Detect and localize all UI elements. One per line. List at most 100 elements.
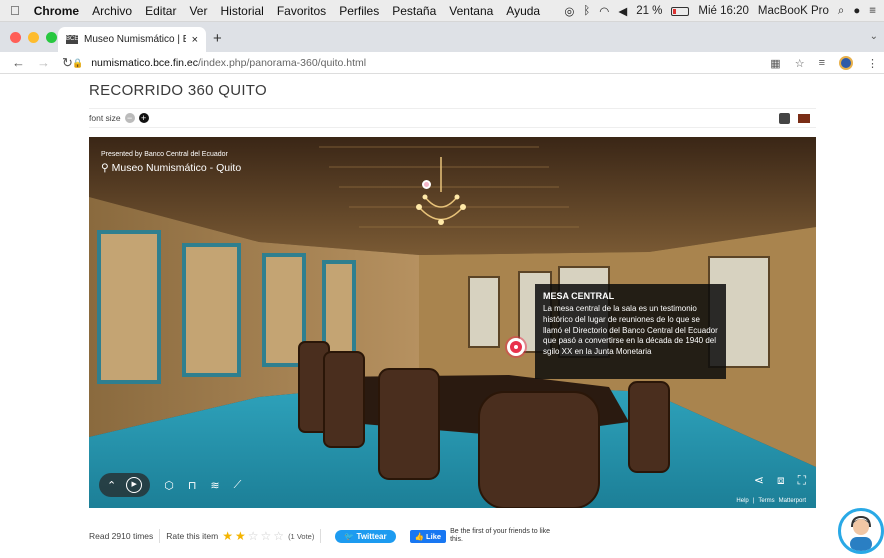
font-size-label: font size — [89, 113, 121, 123]
menu-app-chrome[interactable]: Chrome — [34, 4, 79, 18]
window-controls — [10, 32, 57, 43]
tab-title: Museo Numismático | BCE – Qu — [84, 34, 186, 45]
wifi-icon[interactable]: ◠ — [599, 4, 609, 18]
more-menu-icon[interactable]: ⋮ — [867, 57, 878, 70]
viewer-right-controls: ⋖ ⧈ ⛶ — [754, 473, 806, 488]
new-tab-button[interactable]: + — [213, 30, 222, 47]
museum-name: Museo Numismático - Quito — [111, 162, 242, 174]
spotlight-search-icon[interactable]: ⌕ — [838, 5, 844, 18]
thumbs-up-icon: 👍 — [414, 531, 424, 541]
minimize-window-button[interactable] — [28, 32, 39, 43]
back-arrow-icon[interactable]: ← — [12, 55, 25, 70]
divider — [320, 529, 322, 543]
forward-arrow-icon[interactable]: → — [37, 55, 50, 70]
url-path: /index.php/panorama-360/quito.html — [198, 57, 367, 69]
menu-archivo[interactable]: Archivo — [92, 4, 132, 18]
mesa-central-hotspot[interactable] — [507, 338, 525, 356]
device-name[interactable]: MacBooK Pro — [758, 5, 829, 17]
play-icon[interactable]: ▶ — [126, 477, 143, 493]
location-pin-icon: ⚲ — [101, 162, 109, 174]
battery-icon[interactable] — [671, 6, 690, 16]
article-footer: Read 2910 times Rate this item ★ ★ ☆ ☆ ☆… — [89, 526, 816, 546]
volume-icon[interactable]: ◀ — [618, 4, 627, 18]
zoom-window-button[interactable] — [46, 32, 57, 43]
tab-search-chevron-icon[interactable]: ⌄ — [870, 31, 878, 42]
measure-icon[interactable]: ⟋ — [234, 479, 242, 492]
star-2-icon[interactable]: ★ — [235, 530, 246, 542]
star-4-icon[interactable]: ☆ — [261, 530, 272, 542]
bluetooth-icon[interactable]: ᛒ — [583, 5, 590, 17]
menu-perfiles[interactable]: Perfiles — [339, 4, 379, 18]
share-icon[interactable]: ⋖ — [754, 473, 764, 488]
ceiling-hotspot[interactable] — [422, 180, 431, 189]
page-title: RECORRIDO 360 QUITO — [89, 82, 267, 99]
floorplan-view-icon[interactable]: ⊓ — [188, 479, 197, 492]
browser-tab-strip: BCE Museo Numismático | BCE – Qu × + ⌄ — [0, 22, 884, 52]
twitter-bird-icon: 🐦 — [344, 531, 355, 541]
menu-ver[interactable]: Ver — [189, 4, 207, 18]
fullscreen-icon[interactable]: ⛶ — [798, 473, 806, 488]
bce-favicon-icon: BCE — [66, 35, 79, 44]
rating-stars: ★ ★ ☆ ☆ ☆ — [222, 530, 284, 542]
playback-controls: ⌃ ▶ — [99, 473, 151, 497]
battery-percent[interactable]: 21 % — [636, 5, 662, 17]
reading-list-icon[interactable]: ≡ — [819, 57, 825, 69]
address-bar[interactable]: 🔒 numismatico.bce.fin.ec /index.php/pano… — [72, 52, 366, 74]
font-increase-button[interactable]: + — [138, 113, 149, 123]
menu-favoritos[interactable]: Favoritos — [277, 4, 326, 18]
dollhouse-view-icon[interactable]: ⬡ — [164, 479, 174, 492]
menu-pestana[interactable]: Pestaña — [392, 4, 436, 18]
menu-historial[interactable]: Historial — [220, 4, 263, 18]
bookmark-star-icon[interactable]: ☆ — [795, 57, 805, 70]
print-icon[interactable] — [779, 113, 790, 124]
museum-location-label: ⚲ Museo Numismático - Quito — [101, 162, 241, 174]
tweet-button[interactable]: 🐦 Twittear — [335, 529, 396, 543]
help-link[interactable]: Help — [736, 498, 748, 504]
lock-icon[interactable]: 🔒 — [72, 58, 83, 69]
support-agent-icon — [850, 515, 872, 551]
control-center-icon[interactable]: ≡ — [869, 5, 876, 17]
email-icon[interactable] — [798, 114, 810, 123]
like-label: Like — [426, 531, 442, 541]
browser-toolbar: ← → ↻ 🔒 numismatico.bce.fin.ec /index.ph… — [0, 52, 884, 74]
vr-icon[interactable]: ⧈ — [777, 473, 785, 488]
star-5-icon[interactable]: ☆ — [273, 530, 284, 542]
menu-ayuda[interactable]: Ayuda — [506, 4, 540, 18]
tweet-label: Twittear — [356, 531, 387, 541]
star-1-icon[interactable]: ★ — [222, 530, 233, 542]
hotspot-dot-icon — [514, 345, 518, 349]
support-chat-avatar[interactable] — [838, 508, 884, 554]
viewer-footer-links: Help | Terms Matterport — [736, 498, 806, 504]
read-count: Read 2910 times — [89, 531, 154, 541]
matterport-logo-link[interactable]: Matterport — [779, 498, 806, 504]
menu-ventana[interactable]: Ventana — [449, 4, 493, 18]
browser-tab-active[interactable]: BCE Museo Numismático | BCE – Qu × — [58, 27, 206, 52]
font-decrease-button[interactable]: − — [124, 113, 135, 123]
star-3-icon[interactable]: ☆ — [248, 530, 259, 542]
url-host: numismatico.bce.fin.ec — [91, 57, 199, 69]
link-separator: | — [752, 498, 755, 504]
qr-code-icon[interactable]: ▦ — [770, 57, 780, 70]
profile-avatar-icon[interactable] — [839, 56, 853, 70]
presented-by-text: Presented by Banco Central del Ecuador — [101, 151, 228, 158]
tooltip-body: La mesa central de la sala es un testimo… — [543, 304, 718, 357]
close-window-button[interactable] — [10, 32, 21, 43]
hotspot-tooltip: MESA CENTRAL La mesa central de la sala … — [535, 284, 726, 379]
viewer-controls: ⌃ ▶ ⬡ ⊓ ≋ ⟋ — [99, 473, 241, 497]
close-tab-icon[interactable]: × — [192, 34, 198, 46]
clock[interactable]: Mié 16:20 — [698, 5, 749, 17]
menu-editar[interactable]: Editar — [145, 4, 176, 18]
facebook-like-button[interactable]: 👍 Like — [409, 529, 447, 543]
floors-icon[interactable]: ≋ — [210, 479, 219, 492]
apple-icon[interactable]:  — [10, 3, 20, 18]
terms-link[interactable]: Terms — [758, 498, 774, 504]
divider — [159, 529, 161, 543]
vote-count: (1 Vote) — [288, 531, 315, 541]
like-message: Be the first of your friends to like thi… — [450, 527, 551, 543]
screen-record-icon[interactable]: ◎ — [564, 4, 574, 18]
font-size-bar: font size − + — [89, 108, 816, 128]
panorama-viewer[interactable]: Presented by Banco Central del Ecuador ⚲… — [89, 137, 816, 508]
chevron-up-icon[interactable]: ⌃ — [107, 479, 116, 492]
siri-icon[interactable]: ● — [853, 5, 860, 17]
macos-menubar:  Chrome Archivo Editar Ver Historial Fa… — [0, 0, 884, 22]
